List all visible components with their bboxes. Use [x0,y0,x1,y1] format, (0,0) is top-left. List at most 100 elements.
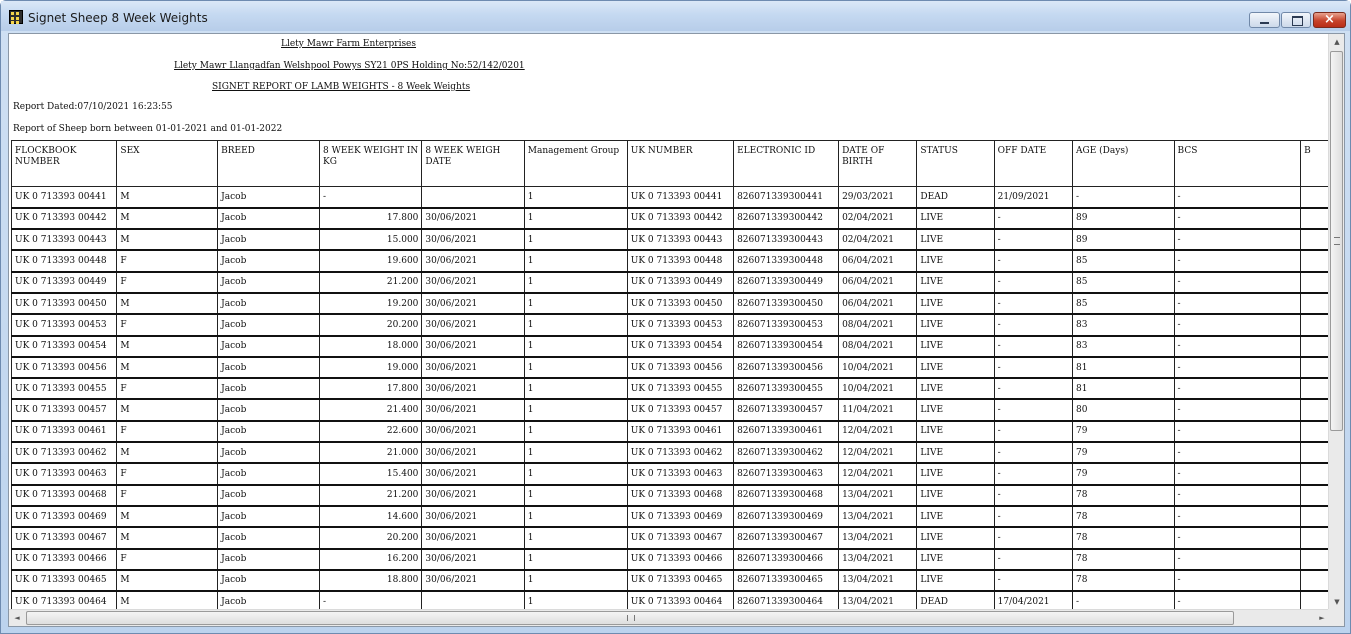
app-window: Signet Sheep 8 Week Weights × Llety Mawr… [0,0,1351,634]
table-cell: UK 0 713393 00453 [626,313,735,337]
table-cell: - [993,441,1074,465]
table-cell: Jacob [217,590,321,610]
table-cell: - [993,505,1074,529]
table-cell: UK 0 713393 00443 [10,228,118,252]
table-cell: 30/06/2021 [421,335,525,358]
table-cell: 826071339300463 [733,462,840,486]
table-row[interactable]: UK 0 713393 00453 F Jacob 20.200 30/06/2021 1… [10,313,1330,337]
table-row[interactable]: UK 0 713393 00461 F Jacob 22.600 30/06/2021 1… [10,420,1330,444]
table-cell: 20.200 [319,313,423,337]
table-cell: UK 0 713393 00468 [626,484,735,507]
vertical-scrollbar[interactable]: ▲ ▼ [1328,34,1344,610]
scroll-left-icon[interactable]: ◄ [9,610,25,626]
table-cell [1300,292,1330,316]
table-cell: 1 [523,292,628,316]
table-cell: Jacob [217,484,321,507]
table-cell: LIVE [916,249,995,273]
table-cell: - [993,569,1074,593]
column-header: OFF DATE [993,140,1074,187]
table-cell: 06/04/2021 [838,249,918,273]
table-cell: 13/04/2021 [838,526,918,550]
table-cell: - [993,356,1074,380]
table-cell: Jacob [217,292,321,316]
table-cell: M [116,228,219,252]
table-cell: 1 [523,420,628,444]
table-cell: 1 [523,271,628,294]
table-cell: M [116,292,219,316]
table-cell: 02/04/2021 [838,207,918,231]
table-cell: 30/06/2021 [421,569,525,593]
table-cell: 1 [523,249,628,273]
minimize-button[interactable] [1249,12,1280,28]
close-button[interactable]: × [1313,12,1346,28]
table-cell: 85 [1072,271,1175,294]
title-bar[interactable]: Signet Sheep 8 Week Weights × [1,1,1350,31]
table-cell: 19.600 [319,249,423,273]
table-row[interactable]: UK 0 713393 00442 M Jacob 17.800 30/06/2021 1… [10,207,1330,231]
maximize-button[interactable] [1281,12,1311,28]
table-row[interactable]: UK 0 713393 00455 F Jacob 17.800 30/06/2021 1… [10,377,1330,401]
table-row[interactable]: UK 0 713393 00467 M Jacob 20.200 30/06/2021 1… [10,526,1330,550]
table-cell: UK 0 713393 00464 [10,590,118,610]
table-cell: Jacob [217,313,321,337]
table-cell: 1 [523,505,628,529]
table-cell: Jacob [217,548,321,571]
scroll-down-icon[interactable]: ▼ [1329,594,1344,610]
horizontal-scroll-thumb[interactable] [26,611,1234,625]
table-row[interactable]: UK 0 713393 00465 M Jacob 18.800 30/06/2021 1… [10,569,1330,593]
column-header: ELECTRONIC ID [733,140,840,187]
table-cell: 1 [523,548,628,571]
table-row[interactable]: UK 0 713393 00469 M Jacob 14.600 30/06/2021 1… [10,505,1330,529]
table-cell: UK 0 713393 00455 [626,377,735,401]
table-row[interactable]: UK 0 713393 00441 M Jacob -1 UK 0 713393 004… [10,185,1330,209]
column-header: SEX [116,140,219,187]
table-row[interactable]: UK 0 713393 00454 M Jacob 18.000 30/06/2021 1… [10,335,1330,358]
table-row[interactable]: UK 0 713393 00457 M Jacob 21.400 30/06/2021 1… [10,398,1330,422]
table-cell: - [993,398,1074,422]
spreadsheet-icon[interactable] [9,10,23,24]
table-cell: 80 [1072,398,1175,422]
table-row[interactable]: UK 0 713393 00443 M Jacob 15.000 30/06/2021 1… [10,228,1330,252]
table-cell [1300,484,1330,507]
column-header: STATUS [916,140,995,187]
table-cell: 1 [523,377,628,401]
table-row[interactable]: UK 0 713393 00463 F Jacob 15.400 30/06/2021 1… [10,462,1330,486]
table-cell [1300,335,1330,358]
table-cell: 85 [1072,292,1175,316]
table-row[interactable]: UK 0 713393 00462 M Jacob 21.000 30/06/2021 1… [10,441,1330,465]
horizontal-scrollbar[interactable]: ◄ ► [9,609,1330,626]
vertical-scroll-thumb[interactable] [1330,51,1343,431]
table-cell: LIVE [916,526,995,550]
table-cell: F [116,249,219,273]
table-cell: Jacob [217,462,321,486]
table-cell: - [1173,505,1302,529]
table-cell: - [1072,185,1175,209]
table-row[interactable]: UK 0 713393 00449 F Jacob 21.200 30/06/2021 1… [10,271,1330,294]
table-header-row: FLOCKBOOK NUMBER SEX BREED 8 WEEK WEIGHT IN… [10,140,1330,187]
table-row[interactable]: UK 0 713393 00456 M Jacob 19.000 30/06/2021 1… [10,356,1330,380]
table-cell: 89 [1072,207,1175,231]
table-cell [1300,462,1330,486]
table-cell: UK 0 713393 00466 [10,548,118,571]
table-cell: 83 [1072,335,1175,358]
table-row[interactable]: UK 0 713393 00450 M Jacob 19.200 30/06/2021 1… [10,292,1330,316]
report-dated: Report Dated:07/10/2021 16:23:55 [13,102,173,112]
table-cell: 14.600 [319,505,423,529]
table-cell: M [116,590,219,610]
table-row[interactable]: UK 0 713393 00468 F Jacob 21.200 30/06/2021 1… [10,484,1330,507]
table-cell: 13/04/2021 [838,505,918,529]
table-cell: - [1173,484,1302,507]
table-row[interactable]: UK 0 713393 00466 F Jacob 16.200 30/06/2021 1… [10,548,1330,571]
table-cell: 30/06/2021 [421,313,525,337]
table-row[interactable]: UK 0 713393 00464 M Jacob -1 UK 0 713393 004… [10,590,1330,610]
table-row[interactable]: UK 0 713393 00448 F Jacob 19.600 30/06/2021 1… [10,249,1330,273]
table-cell: UK 0 713393 00457 [626,398,735,422]
scroll-up-icon[interactable]: ▲ [1329,34,1344,50]
table-cell: 826071339300469 [733,505,840,529]
table-cell [1300,526,1330,550]
table-cell: - [1173,249,1302,273]
table-cell: 30/06/2021 [421,548,525,571]
table-cell [1300,185,1330,209]
table-cell: Jacob [217,228,321,252]
column-header: BREED [217,140,321,187]
